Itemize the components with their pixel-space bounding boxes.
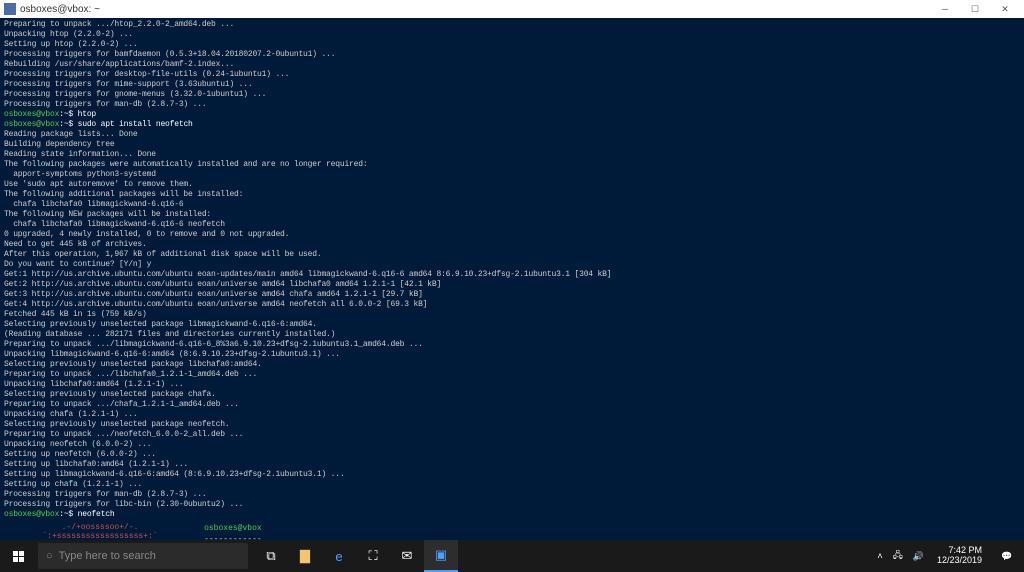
search-box[interactable]: ○ Type here to search xyxy=(38,543,248,569)
terminal-line: chafa libchafa0 libmagickwand-6.q16-6 xyxy=(4,200,1020,210)
nf-header: osboxes@vbox xyxy=(204,524,262,533)
prompt-user: osboxes@vbox xyxy=(4,510,59,519)
clock[interactable]: 7:42 PM 12/23/2019 xyxy=(931,546,988,566)
terminal-line: Need to get 445 kB of archives. xyxy=(4,240,1020,250)
terminal-line: Selecting previously unselected package … xyxy=(4,420,1020,430)
window-title: osboxes@vbox: ~ xyxy=(20,4,100,15)
tray-expand-icon[interactable]: ˄ xyxy=(874,551,885,561)
terminal-line: Processing triggers for desktop-file-uti… xyxy=(4,70,1020,80)
terminal-line: Do you want to continue? [Y/n] y xyxy=(4,260,1020,270)
terminal-line: Get:2 http://us.archive.ubuntu.com/ubunt… xyxy=(4,280,1020,290)
search-placeholder: Type here to search xyxy=(59,550,156,562)
terminal-line: The following NEW packages will be insta… xyxy=(4,210,1020,220)
terminal-line: Get:1 http://us.archive.ubuntu.com/ubunt… xyxy=(4,270,1020,280)
terminal-line: Setting up chafa (1.2.1-1) ... xyxy=(4,480,1020,490)
terminal-line: Unpacking libmagickwand-6.q16-6:amd64 (8… xyxy=(4,350,1020,360)
maximize-button[interactable]: ☐ xyxy=(960,1,990,17)
terminal-line: Unpacking chafa (1.2.1-1) ... xyxy=(4,410,1020,420)
terminal-line: Building dependency tree xyxy=(4,140,1020,150)
terminal-line: Get:4 http://us.archive.ubuntu.com/ubunt… xyxy=(4,300,1020,310)
terminal-line: The following additional packages will b… xyxy=(4,190,1020,200)
notifications-icon[interactable]: 💬 xyxy=(992,551,1022,562)
explorer-icon[interactable]: ▇ xyxy=(288,540,322,572)
terminal-line: Preparing to unpack .../htop_2.2.0-2_amd… xyxy=(4,20,1020,30)
terminal-line: Reading state information... Done xyxy=(4,150,1020,160)
terminal-line: Preparing to unpack .../neofetch_6.0.0-2… xyxy=(4,430,1020,440)
terminal-output[interactable]: Preparing to unpack .../htop_2.2.0-2_amd… xyxy=(0,18,1024,554)
task-view-icon[interactable]: ⧉ xyxy=(254,540,288,572)
terminal-line: Selecting previously unselected package … xyxy=(4,320,1020,330)
terminal-line: Setting up libmagickwand-6.q16-6:amd64 (… xyxy=(4,470,1020,480)
terminal-line: Rebuilding /usr/share/applications/bamf-… xyxy=(4,60,1020,70)
window-titlebar: osboxes@vbox: ~ ─ ☐ ✕ xyxy=(0,0,1024,18)
terminal-line: After this operation, 1,967 kB of additi… xyxy=(4,250,1020,260)
edge-icon[interactable]: e xyxy=(322,540,356,572)
minimize-button[interactable]: ─ xyxy=(930,1,960,17)
start-button[interactable] xyxy=(0,540,36,572)
terminal-line: Setting up libchafa0:amd64 (1.2.1-1) ... xyxy=(4,460,1020,470)
command-htop: htop xyxy=(78,110,96,119)
search-icon: ○ xyxy=(46,550,53,562)
store-icon[interactable]: ⛶ xyxy=(356,540,390,572)
terminal-line: Use 'sudo apt autoremove' to remove them… xyxy=(4,180,1020,190)
terminal-line: Preparing to unpack .../libchafa0_1.2.1-… xyxy=(4,370,1020,380)
close-button[interactable]: ✕ xyxy=(990,1,1020,17)
command-neofetch: neofetch xyxy=(78,510,115,519)
terminal-line: Processing triggers for man-db (2.8.7-3)… xyxy=(4,490,1020,500)
terminal-line: Selecting previously unselected package … xyxy=(4,360,1020,370)
terminal-line: Preparing to unpack .../chafa_1.2.1-1_am… xyxy=(4,400,1020,410)
terminal-line: Processing triggers for man-db (2.8.7-3)… xyxy=(4,100,1020,110)
mail-icon[interactable]: ✉ xyxy=(390,540,424,572)
terminal-line: Processing triggers for mime-support (3.… xyxy=(4,80,1020,90)
terminal-line: chafa libchafa0 libmagickwand-6.q16-6 ne… xyxy=(4,220,1020,230)
terminal-line: Processing triggers for gnome-menus (3.3… xyxy=(4,90,1020,100)
window-icon xyxy=(4,3,16,15)
terminal-line: Setting up neofetch (6.0.0-2) ... xyxy=(4,450,1020,460)
windows-taskbar: ○ Type here to search ⧉ ▇ e ⛶ ✉ ▣ ˄ 🖧 🔊 … xyxy=(0,540,1024,572)
terminal-line: (Reading database ... 282171 files and d… xyxy=(4,330,1020,340)
windows-icon xyxy=(13,551,24,562)
terminal-app-icon[interactable]: ▣ xyxy=(424,540,458,572)
terminal-line: The following packages were automaticall… xyxy=(4,160,1020,170)
volume-icon[interactable]: 🔊 xyxy=(910,551,927,562)
terminal-line: Setting up htop (2.2.0-2) ... xyxy=(4,40,1020,50)
terminal-line: Unpacking libchafa0:amd64 (1.2.1-1) ... xyxy=(4,380,1020,390)
terminal-line: Unpacking htop (2.2.0-2) ... xyxy=(4,30,1020,40)
network-icon[interactable]: 🖧 xyxy=(890,548,906,564)
prompt-user: osboxes@vbox xyxy=(4,110,59,119)
terminal-line: apport-symptoms python3-systemd xyxy=(4,170,1020,180)
terminal-line: Processing triggers for libc-bin (2.30-0… xyxy=(4,500,1020,510)
terminal-line: Selecting previously unselected package … xyxy=(4,390,1020,400)
terminal-line: Processing triggers for bamfdaemon (0.5.… xyxy=(4,50,1020,60)
terminal-line: Get:3 http://us.archive.ubuntu.com/ubunt… xyxy=(4,290,1020,300)
terminal-line: Preparing to unpack .../libmagickwand-6.… xyxy=(4,340,1020,350)
terminal-line: Fetched 445 kB in 1s (759 kB/s) xyxy=(4,310,1020,320)
terminal-line: Unpacking neofetch (6.0.0-2) ... xyxy=(4,440,1020,450)
terminal-line: Reading package lists... Done xyxy=(4,130,1020,140)
prompt-user: osboxes@vbox xyxy=(4,120,59,129)
terminal-line: 0 upgraded, 4 newly installed, 0 to remo… xyxy=(4,230,1020,240)
command-apt-install: sudo apt install neofetch xyxy=(78,120,193,129)
